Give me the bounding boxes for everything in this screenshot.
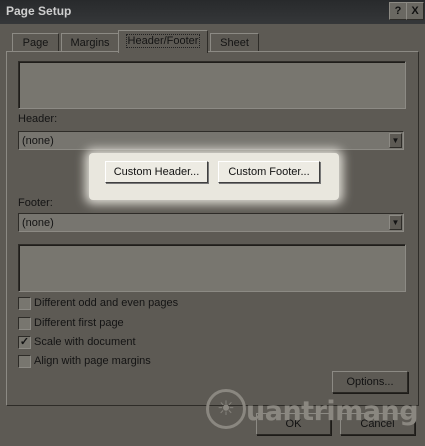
lightbulb-icon: ☀ [206,389,246,429]
checkbox-box[interactable] [18,317,31,330]
tab-header-footer[interactable]: Header/Footer [118,30,208,53]
footer-dropdown-value: (none) [22,217,54,229]
footer-label: Footer: [18,197,53,209]
watermark-text: uantrimang [246,396,419,427]
checkbox-box[interactable]: ✓ [18,336,31,349]
header-preview [18,61,406,109]
chevron-down-icon[interactable]: ▼ [389,215,402,230]
help-button[interactable]: ? [389,2,407,20]
header-dropdown-value: (none) [22,135,54,147]
custom-footer-button[interactable]: Custom Footer... [218,161,320,183]
header-label: Header: [18,113,58,125]
tab-margins[interactable]: Margins [61,33,119,52]
options-button[interactable]: Options... [332,371,408,393]
window-title: Page Setup [6,4,72,18]
chevron-down-icon[interactable]: ▼ [389,133,402,148]
header-dropdown[interactable]: (none) ▼ [18,131,404,150]
tab-sheet[interactable]: Sheet [210,33,259,52]
footer-preview [18,244,406,292]
title-bar: Page Setup ? X [0,0,425,24]
custom-header-button[interactable]: Custom Header... [105,161,208,183]
checkbox-box[interactable] [18,297,31,310]
close-button[interactable]: X [406,2,424,20]
tab-page[interactable]: Page [12,33,59,52]
footer-dropdown[interactable]: (none) ▼ [18,213,404,232]
checkbox-box[interactable] [18,355,31,368]
